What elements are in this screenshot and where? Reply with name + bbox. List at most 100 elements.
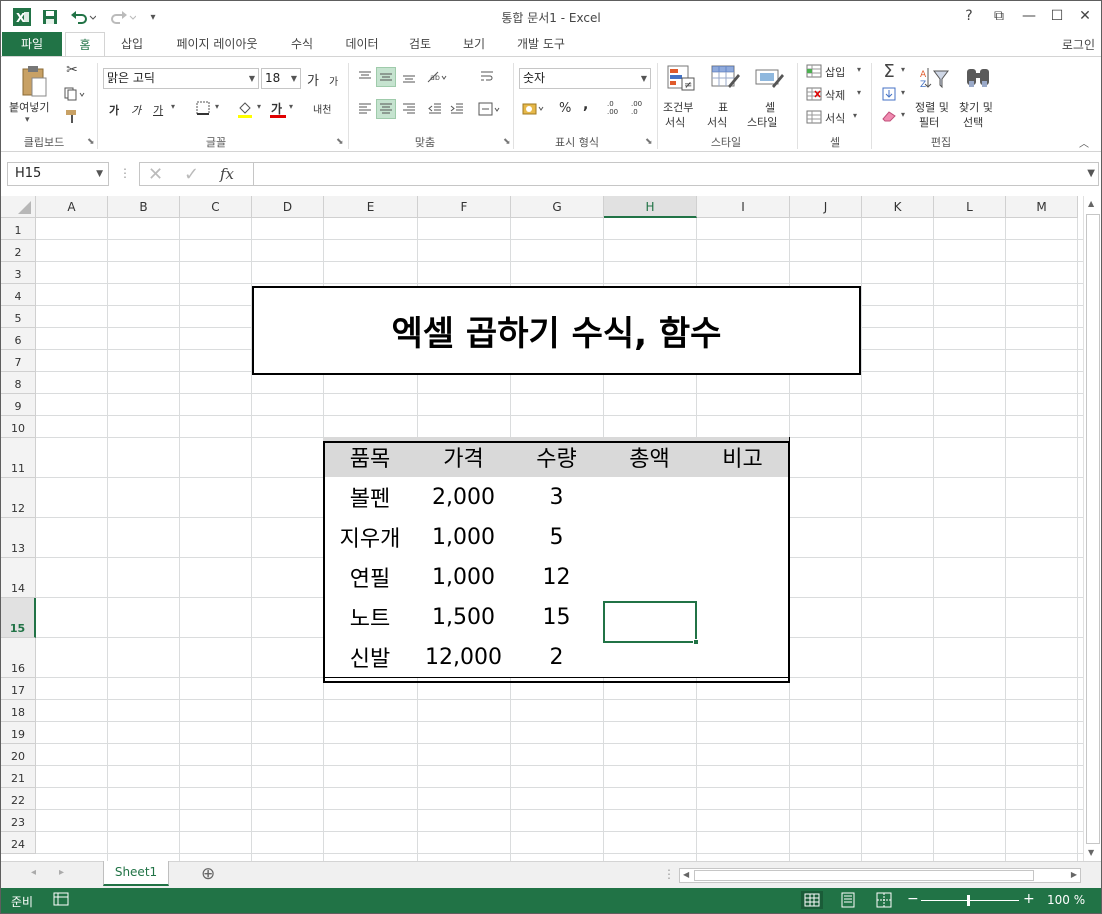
delete-cells-icon[interactable]	[805, 86, 823, 102]
select-all-corner[interactable]	[1, 196, 36, 218]
table-cell[interactable]: 12	[510, 557, 604, 598]
fill-handle[interactable]	[693, 639, 699, 645]
format-as-table-icon[interactable]	[709, 63, 741, 93]
help-button[interactable]: ?	[955, 5, 983, 27]
row-header-4[interactable]: 4	[1, 284, 36, 306]
table-cell[interactable]: 5	[510, 517, 604, 558]
fill-icon[interactable]	[879, 85, 899, 103]
underline-dropdown-icon[interactable]: ▾	[171, 102, 175, 111]
cell-styles-label-2[interactable]: 스타일	[747, 114, 777, 130]
horizontal-scroll-thumb[interactable]	[694, 870, 1034, 881]
row-header-2[interactable]: 2	[1, 240, 36, 262]
column-header-c[interactable]: C	[180, 196, 252, 218]
row-header-20[interactable]: 20	[1, 744, 36, 766]
format-as-table-label-2[interactable]: 서식	[707, 114, 727, 130]
table-cell[interactable]: 2,000	[417, 477, 511, 518]
zoom-in-button[interactable]: +	[1023, 891, 1035, 907]
insert-dropdown-icon[interactable]: ▾	[857, 65, 861, 74]
column-header-d[interactable]: D	[252, 196, 324, 218]
wrap-text-icon[interactable]	[477, 67, 497, 87]
tab-insert[interactable]: 삽입	[109, 32, 155, 56]
find-select-label[interactable]: 찾기 및	[959, 99, 993, 115]
row-header-11[interactable]: 11	[1, 438, 36, 478]
table-cell[interactable]: 15	[510, 597, 604, 638]
row-header-21[interactable]: 21	[1, 766, 36, 788]
column-header-l[interactable]: L	[934, 196, 1006, 218]
format-painter-icon[interactable]	[63, 107, 81, 125]
row-header-18[interactable]: 18	[1, 700, 36, 722]
macro-record-icon[interactable]	[53, 892, 69, 909]
row-header-14[interactable]: 14	[1, 558, 36, 598]
insert-cells-icon[interactable]	[805, 63, 823, 79]
table-cell[interactable]	[603, 477, 697, 518]
font-name-combo[interactable]: 맑은 고딕 ▼	[103, 68, 259, 89]
table-header-cell[interactable]: 총액	[603, 437, 697, 478]
delete-cells-button[interactable]: 삭제	[825, 87, 845, 103]
scroll-right-icon[interactable]: ▶	[1071, 870, 1077, 879]
next-sheet-icon[interactable]: ▸	[59, 867, 64, 878]
align-center-icon[interactable]	[376, 99, 396, 119]
tab-home[interactable]: 홈	[65, 32, 105, 57]
font-size-combo[interactable]: 18 ▼	[261, 68, 301, 89]
scroll-left-icon[interactable]: ◀	[683, 870, 689, 879]
align-bottom-icon[interactable]	[399, 67, 419, 87]
formula-input[interactable]	[253, 162, 1099, 186]
orientation-icon[interactable]: ab	[425, 67, 451, 87]
shrink-font-button[interactable]: 가	[329, 73, 338, 88]
scroll-down-icon[interactable]: ▼	[1088, 848, 1094, 857]
tab-file[interactable]: 파일	[2, 32, 62, 56]
font-color-dropdown-icon[interactable]: ▾	[289, 102, 293, 111]
row-header-10[interactable]: 10	[1, 416, 36, 438]
row-header-1[interactable]: 1	[1, 218, 36, 240]
sort-filter-label[interactable]: 정렬 및	[915, 99, 949, 115]
row-header-22[interactable]: 22	[1, 788, 36, 810]
split-handle-icon[interactable]: ⋮	[663, 867, 675, 881]
row-header-13[interactable]: 13	[1, 518, 36, 558]
clear-dropdown-icon[interactable]: ▾	[901, 110, 905, 119]
clear-icon[interactable]	[879, 107, 899, 125]
conditional-formatting-label-2[interactable]: 서식	[665, 114, 685, 130]
clipboard-launcher-icon[interactable]: ⬊	[87, 137, 95, 147]
zoom-out-button[interactable]: −	[907, 891, 919, 907]
row-header-17[interactable]: 17	[1, 678, 36, 700]
sort-filter-icon[interactable]: AZ	[917, 63, 951, 93]
page-layout-view-icon[interactable]	[839, 891, 857, 912]
format-cells-icon[interactable]	[805, 109, 823, 125]
zoom-level[interactable]: 100 %	[1047, 893, 1085, 907]
borders-icon[interactable]	[193, 99, 213, 117]
format-dropdown-icon[interactable]: ▾	[853, 111, 857, 120]
tab-formulas[interactable]: 수식	[279, 32, 325, 56]
font-launcher-icon[interactable]: ⬊	[336, 137, 344, 147]
align-middle-icon[interactable]	[376, 67, 396, 87]
table-cell[interactable]	[696, 557, 790, 598]
tab-data[interactable]: 데이터	[335, 32, 389, 56]
vertical-scroll-thumb[interactable]	[1086, 214, 1100, 844]
row-header-5[interactable]: 5	[1, 306, 36, 328]
column-header-h[interactable]: H	[604, 196, 697, 218]
number-launcher-icon[interactable]: ⬊	[645, 137, 653, 147]
table-header-cell[interactable]: 품목	[323, 437, 418, 478]
table-header-cell[interactable]: 비고	[696, 437, 790, 478]
table-cell[interactable]	[603, 557, 697, 598]
ribbon-display-options-button[interactable]: ⧉	[985, 5, 1013, 27]
paste-dropdown-icon[interactable]: ▾	[25, 115, 30, 125]
collapse-ribbon-icon[interactable]: ︿	[1079, 135, 1089, 150]
table-cell[interactable]	[696, 477, 790, 518]
autosum-icon[interactable]: Σ	[879, 61, 899, 82]
paste-icon[interactable]	[19, 63, 49, 99]
row-header-16[interactable]: 16	[1, 638, 36, 678]
column-header-j[interactable]: J	[790, 196, 862, 218]
page-break-view-icon[interactable]	[875, 891, 893, 912]
table-cell[interactable]: 연필	[323, 557, 418, 598]
italic-button[interactable]: 가	[131, 102, 141, 118]
alignment-launcher-icon[interactable]: ⬊	[503, 137, 511, 147]
merge-center-icon[interactable]	[477, 99, 503, 119]
maximize-button[interactable]: ☐	[1043, 5, 1071, 27]
table-cell[interactable]	[603, 637, 697, 678]
table-header-cell[interactable]: 가격	[417, 437, 511, 478]
insert-function-button[interactable]: fx	[220, 165, 234, 183]
align-left-icon[interactable]	[355, 99, 375, 119]
close-button[interactable]: ✕	[1071, 5, 1099, 27]
tab-review[interactable]: 검토	[397, 32, 443, 56]
column-header-f[interactable]: F	[418, 196, 511, 218]
